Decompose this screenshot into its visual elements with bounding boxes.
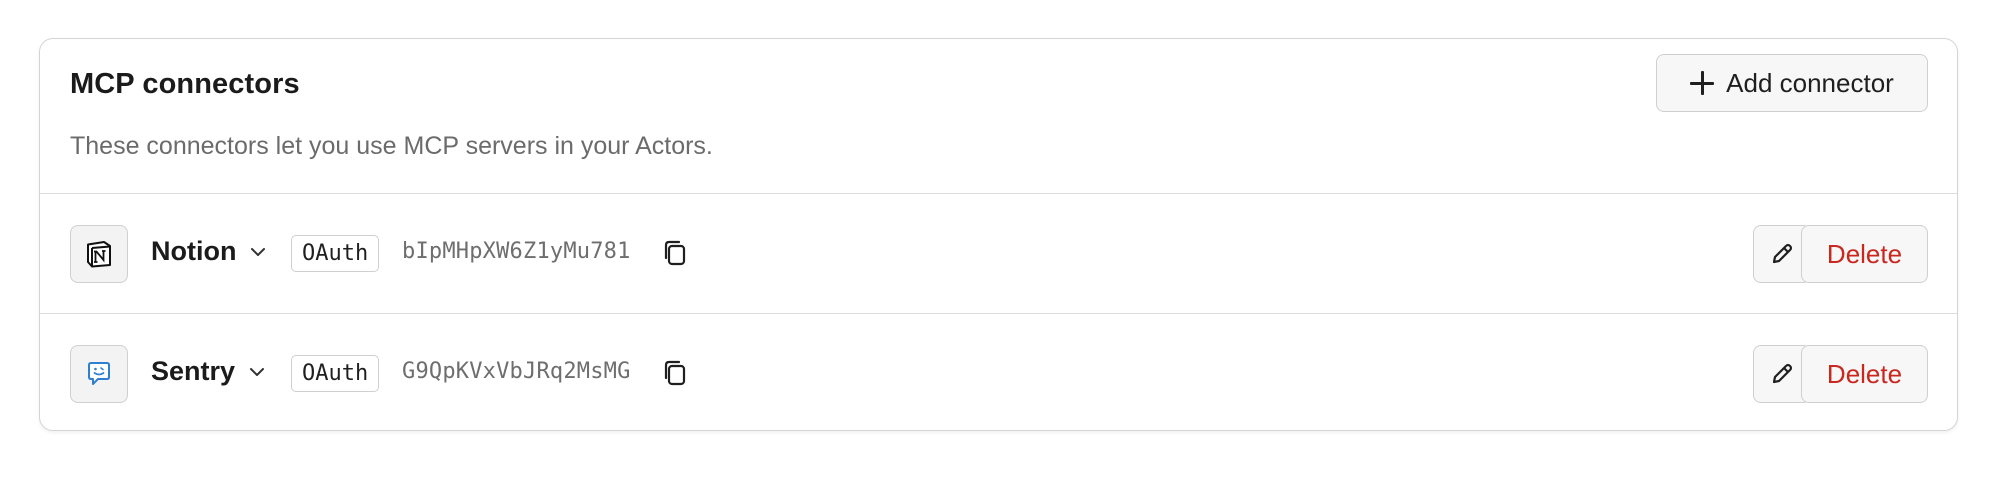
copy-icon[interactable] — [660, 358, 690, 388]
connector-name-label: Sentry — [151, 356, 236, 386]
connector-name[interactable]: Sentry — [151, 356, 267, 387]
connector-row-notion: Notion OAuth bIpMHpXW6Z1yMu781 Delete — [40, 194, 1957, 313]
card-title: MCP connectors — [70, 68, 300, 100]
chevron-down-icon — [251, 247, 266, 256]
delete-button[interactable]: Delete — [1801, 345, 1928, 403]
pencil-icon — [1772, 243, 1793, 264]
card-header: MCP connectors These connectors let you … — [40, 39, 1957, 194]
add-connector-button[interactable]: Add connector — [1656, 54, 1928, 112]
add-connector-label: Add connector — [1726, 67, 1894, 98]
chat-bubble-smile-icon — [70, 345, 128, 403]
copy-icon[interactable] — [660, 238, 690, 268]
notion-logo-icon — [70, 225, 128, 283]
chevron-down-icon — [250, 367, 265, 376]
auth-type-badge: OAuth — [291, 235, 380, 272]
connector-name[interactable]: Notion — [151, 236, 268, 267]
connector-name-label: Notion — [151, 236, 237, 266]
connector-row-sentry: Sentry OAuth G9QpKVxVbJRq2MsMG Delete — [40, 313, 1957, 430]
card-description: These connectors let you use MCP servers… — [70, 132, 713, 160]
connector-token: G9QpKVxVbJRq2MsMG — [402, 359, 631, 384]
pencil-icon — [1772, 363, 1793, 384]
delete-button[interactable]: Delete — [1801, 225, 1928, 283]
plus-icon — [1690, 71, 1715, 95]
mcp-connectors-card: MCP connectors These connectors let you … — [39, 38, 1958, 431]
connector-token: bIpMHpXW6Z1yMu781 — [402, 239, 631, 264]
auth-type-badge: OAuth — [291, 355, 380, 392]
